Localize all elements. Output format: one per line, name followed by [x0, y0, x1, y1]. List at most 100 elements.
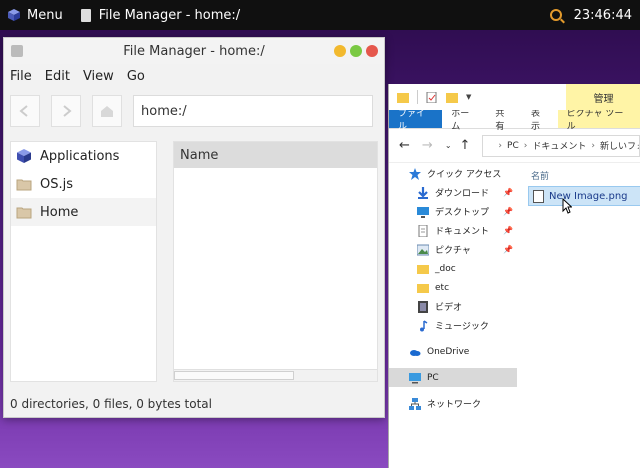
sidebar-item-home[interactable]: Home: [11, 198, 156, 226]
folder-icon: [16, 179, 32, 191]
menu-edit[interactable]: Edit: [45, 69, 70, 84]
network-icon: [409, 397, 421, 410]
explorer-titlebar[interactable]: ▼ 管理: [389, 84, 640, 110]
panel-menu-label: Menu: [27, 7, 63, 23]
breadcrumb-new-folder[interactable]: 新しいフォル: [600, 139, 639, 152]
sidebar-item-label: Home: [40, 204, 79, 220]
close-button[interactable]: [366, 45, 378, 57]
menu-file[interactable]: File: [10, 69, 32, 84]
cloud-icon: [410, 349, 421, 356]
pin-icon[interactable]: 📌: [503, 188, 513, 197]
status-bar: 0 directories, 0 files, 0 bytes total: [10, 397, 212, 411]
tab-view[interactable]: 表示: [522, 109, 558, 132]
sidebar: Applications OS.js Home: [10, 141, 157, 382]
panel-task-file-manager[interactable]: File Manager - home:/: [80, 7, 241, 23]
video-icon: [418, 300, 428, 313]
nav-item-desktop[interactable]: デスクトップ 📌: [389, 202, 517, 221]
sidebar-item-label: Applications: [40, 148, 120, 164]
applications-icon: [17, 149, 31, 163]
tab-home[interactable]: ホーム: [442, 109, 486, 132]
back-arrow-icon[interactable]: ←: [399, 138, 410, 153]
back-button[interactable]: [10, 95, 40, 127]
maximize-button[interactable]: [350, 45, 362, 57]
nav-item-etc[interactable]: etc: [389, 278, 517, 297]
forward-button[interactable]: [51, 95, 81, 127]
chevron-down-icon[interactable]: ▼: [466, 93, 471, 101]
desktop-icon: [417, 206, 429, 218]
computer-icon: [409, 372, 421, 383]
folder-icon: [417, 264, 429, 274]
file-item-new-image[interactable]: New Image.png: [528, 186, 640, 206]
nav-item-quick-access[interactable]: クイック アクセス: [389, 164, 517, 183]
music-icon: [420, 319, 428, 331]
explorer-file-view[interactable]: 名前 New Image.png: [519, 164, 640, 468]
forward-arrow-icon[interactable]: →: [422, 138, 433, 153]
image-file-icon: [533, 189, 544, 203]
folder-icon: [16, 207, 32, 219]
window-title: File Manager - home:/: [123, 43, 265, 59]
up-arrow-icon[interactable]: ↑: [460, 138, 471, 153]
pin-icon[interactable]: 📌: [503, 245, 513, 254]
window-icon: [11, 45, 23, 57]
nav-item-documents[interactable]: ドキュメント 📌: [389, 221, 517, 240]
explorer-nav-pane: クイック アクセス ダウンロード 📌 デスクトップ 📌 ドキュメント 📌 ピクチ…: [389, 164, 517, 468]
explorer-navigation-bar: ← → ⌄ ↑ › PC › ドキュメント › 新しいフォル: [389, 129, 640, 163]
horizontal-scrollbar[interactable]: [174, 369, 377, 381]
nav-item-videos[interactable]: ビデオ: [389, 297, 517, 316]
nav-item-pictures[interactable]: ピクチャ 📌: [389, 240, 517, 259]
panel-task-label: File Manager - home:/: [98, 7, 241, 23]
scrollbar-thumb[interactable]: [174, 371, 294, 380]
document-icon: [80, 8, 91, 22]
nav-item-network[interactable]: ネットワーク: [389, 394, 517, 413]
pictures-icon: [417, 244, 429, 255]
search-icon[interactable]: [549, 9, 562, 21]
menu-bar: File Edit View Go: [4, 64, 384, 88]
tab-file[interactable]: ファイル: [389, 109, 443, 132]
properties-icon[interactable]: [426, 91, 438, 103]
home-icon: [101, 106, 113, 117]
back-arrow-icon: [19, 105, 28, 117]
breadcrumb-pc[interactable]: PC: [507, 141, 519, 151]
nav-item-pc[interactable]: PC: [389, 368, 517, 387]
new-folder-icon[interactable]: [446, 92, 458, 103]
file-manager-window: File Manager - home:/ File Edit View Go: [3, 37, 385, 418]
download-icon: [418, 186, 428, 199]
pin-icon[interactable]: 📌: [503, 226, 513, 235]
tab-share[interactable]: 共有: [486, 109, 522, 132]
chevron-down-icon[interactable]: ⌄: [445, 141, 452, 150]
file-list[interactable]: Name: [173, 141, 378, 382]
explorer-window: ▼ 管理 ファイル ホーム 共有 表示 ピクチャ ツール ← → ⌄ ↑ › P…: [388, 84, 640, 468]
sidebar-item-label: OS.js: [40, 176, 74, 192]
sidebar-item-applications[interactable]: Applications: [11, 142, 156, 170]
document-icon: [418, 224, 428, 237]
column-header-name[interactable]: 名前: [519, 164, 640, 186]
tab-picture-tools[interactable]: ピクチャ ツール: [557, 109, 640, 132]
forward-arrow-icon: [63, 105, 72, 117]
tab-manage[interactable]: 管理: [566, 84, 640, 110]
menu-go[interactable]: Go: [127, 69, 145, 84]
minimize-button[interactable]: [334, 45, 346, 57]
pin-icon[interactable]: 📌: [503, 207, 513, 216]
address-input[interactable]: [133, 95, 373, 127]
file-name: New Image.png: [549, 190, 628, 202]
top-panel: Menu File Manager - home:/ 23:46:44: [0, 0, 640, 30]
cube-icon: [8, 9, 20, 21]
breadcrumb-documents[interactable]: ドキュメント: [532, 139, 586, 152]
nav-item-downloads[interactable]: ダウンロード 📌: [389, 183, 517, 202]
panel-menu-button[interactable]: Menu: [0, 8, 63, 23]
mouse-cursor-icon: [562, 198, 572, 214]
sidebar-item-osjs[interactable]: OS.js: [11, 170, 156, 198]
ribbon-tabs: ファイル ホーム 共有 表示 ピクチャ ツール: [389, 109, 640, 132]
nav-item-doc[interactable]: _doc: [389, 259, 517, 278]
file-manager-titlebar[interactable]: File Manager - home:/: [4, 38, 384, 64]
nav-item-onedrive[interactable]: OneDrive: [389, 342, 517, 361]
home-button[interactable]: [92, 95, 122, 127]
panel-clock: 23:46:44: [573, 7, 632, 23]
explorer-address-bar[interactable]: › PC › ドキュメント › 新しいフォル: [482, 134, 640, 157]
nav-item-music[interactable]: ミュージック: [389, 316, 517, 335]
menu-view[interactable]: View: [83, 69, 114, 84]
toolbar: [4, 88, 384, 134]
column-header-name[interactable]: Name: [174, 142, 377, 168]
star-icon: [409, 167, 421, 180]
folder-icon: [397, 92, 409, 103]
